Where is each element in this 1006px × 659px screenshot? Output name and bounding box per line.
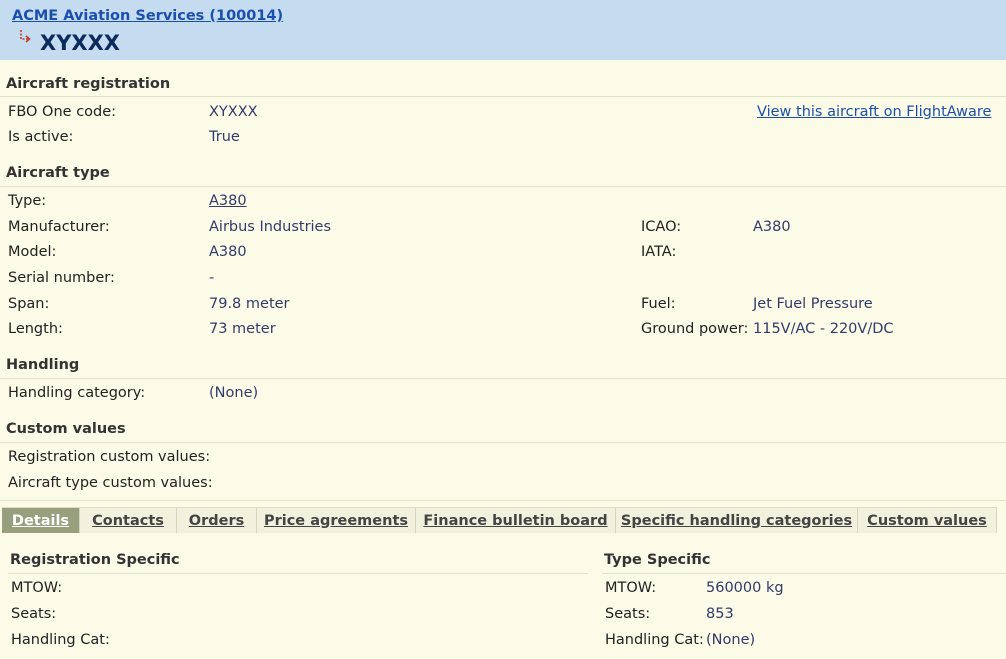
- flightaware-link[interactable]: View this aircraft on FlightAware: [757, 104, 991, 120]
- registration-custom-values-label: Registration custom values:: [8, 449, 211, 465]
- section-divider: [8, 573, 588, 574]
- ground-power-value: 115V/AC - 220V/DC: [753, 321, 894, 337]
- reg-seats-label: Seats:: [11, 606, 57, 622]
- is-active-label: Is active:: [8, 129, 74, 145]
- icao-value: A380: [753, 219, 791, 235]
- type-handling-cat-label: Handling Cat:: [605, 632, 704, 648]
- section-divider: [602, 573, 1006, 574]
- tab-custom-values[interactable]: Custom values: [858, 507, 997, 533]
- length-value: 73 meter: [209, 321, 276, 337]
- type-seats-label: Seats:: [605, 606, 651, 622]
- fuel-label: Fuel:: [641, 296, 676, 312]
- is-active-value: True: [209, 129, 240, 145]
- span-value: 79.8 meter: [209, 296, 290, 312]
- type-mtow-value: 560000 kg: [706, 580, 784, 596]
- tab-contacts[interactable]: Contacts: [80, 507, 177, 533]
- model-label: Model:: [8, 244, 57, 260]
- type-label: Type:: [8, 193, 47, 209]
- fuel-value: Jet Fuel Pressure: [753, 296, 873, 312]
- reg-handling-cat-label: Handling Cat:: [11, 632, 110, 648]
- tab-specific-handling-categories[interactable]: Specific handling categories: [616, 507, 858, 533]
- tab-details[interactable]: Details: [2, 507, 80, 533]
- section-title-handling: Handling: [6, 357, 80, 373]
- type-seats-value: 853: [706, 606, 734, 622]
- section-divider: [0, 442, 1006, 443]
- company-link[interactable]: ACME Aviation Services (100014): [12, 8, 283, 24]
- serial-number-value: -: [209, 270, 215, 286]
- section-divider: [0, 96, 1006, 97]
- subitem-arrow-icon: [20, 30, 31, 43]
- fbo-code-label: FBO One code:: [8, 104, 117, 120]
- section-divider: [0, 378, 1006, 379]
- section-title-aircraft-type: Aircraft type: [6, 165, 110, 181]
- length-label: Length:: [8, 321, 63, 337]
- ground-power-label: Ground power:: [641, 321, 749, 337]
- model-value: A380: [209, 244, 247, 260]
- type-handling-cat-value: (None): [706, 632, 756, 648]
- manufacturer-value: Airbus Industries: [209, 219, 332, 235]
- type-link[interactable]: A380: [209, 193, 247, 209]
- tab-finance-bulletin-board[interactable]: Finance bulletin board: [416, 507, 616, 533]
- manufacturer-label: Manufacturer:: [8, 219, 110, 235]
- type-specific-title: Type Specific: [604, 552, 711, 568]
- span-label: Span:: [8, 296, 50, 312]
- section-divider: [0, 186, 1006, 187]
- registration-title: XYXXX: [40, 31, 120, 55]
- type-mtow-label: MTOW:: [605, 580, 657, 596]
- iata-label: IATA:: [641, 244, 677, 260]
- fbo-code-value: XYXXX: [209, 104, 258, 120]
- icao-label: ICAO:: [641, 219, 682, 235]
- section-title-custom-values: Custom values: [6, 421, 126, 437]
- page-header: ACME Aviation Services (100014) XYXXX: [0, 0, 1006, 60]
- tab-orders[interactable]: Orders: [177, 507, 257, 533]
- aircraft-type-custom-values-label: Aircraft type custom values:: [8, 475, 213, 491]
- handling-category-label: Handling category:: [8, 385, 146, 401]
- serial-number-label: Serial number:: [8, 270, 115, 286]
- registration-specific-title: Registration Specific: [10, 552, 180, 568]
- reg-mtow-label: MTOW:: [11, 580, 63, 596]
- section-title-aircraft-registration: Aircraft registration: [6, 76, 171, 92]
- tab-price-agreements[interactable]: Price agreements: [257, 507, 416, 533]
- handling-category-value: (None): [209, 385, 259, 401]
